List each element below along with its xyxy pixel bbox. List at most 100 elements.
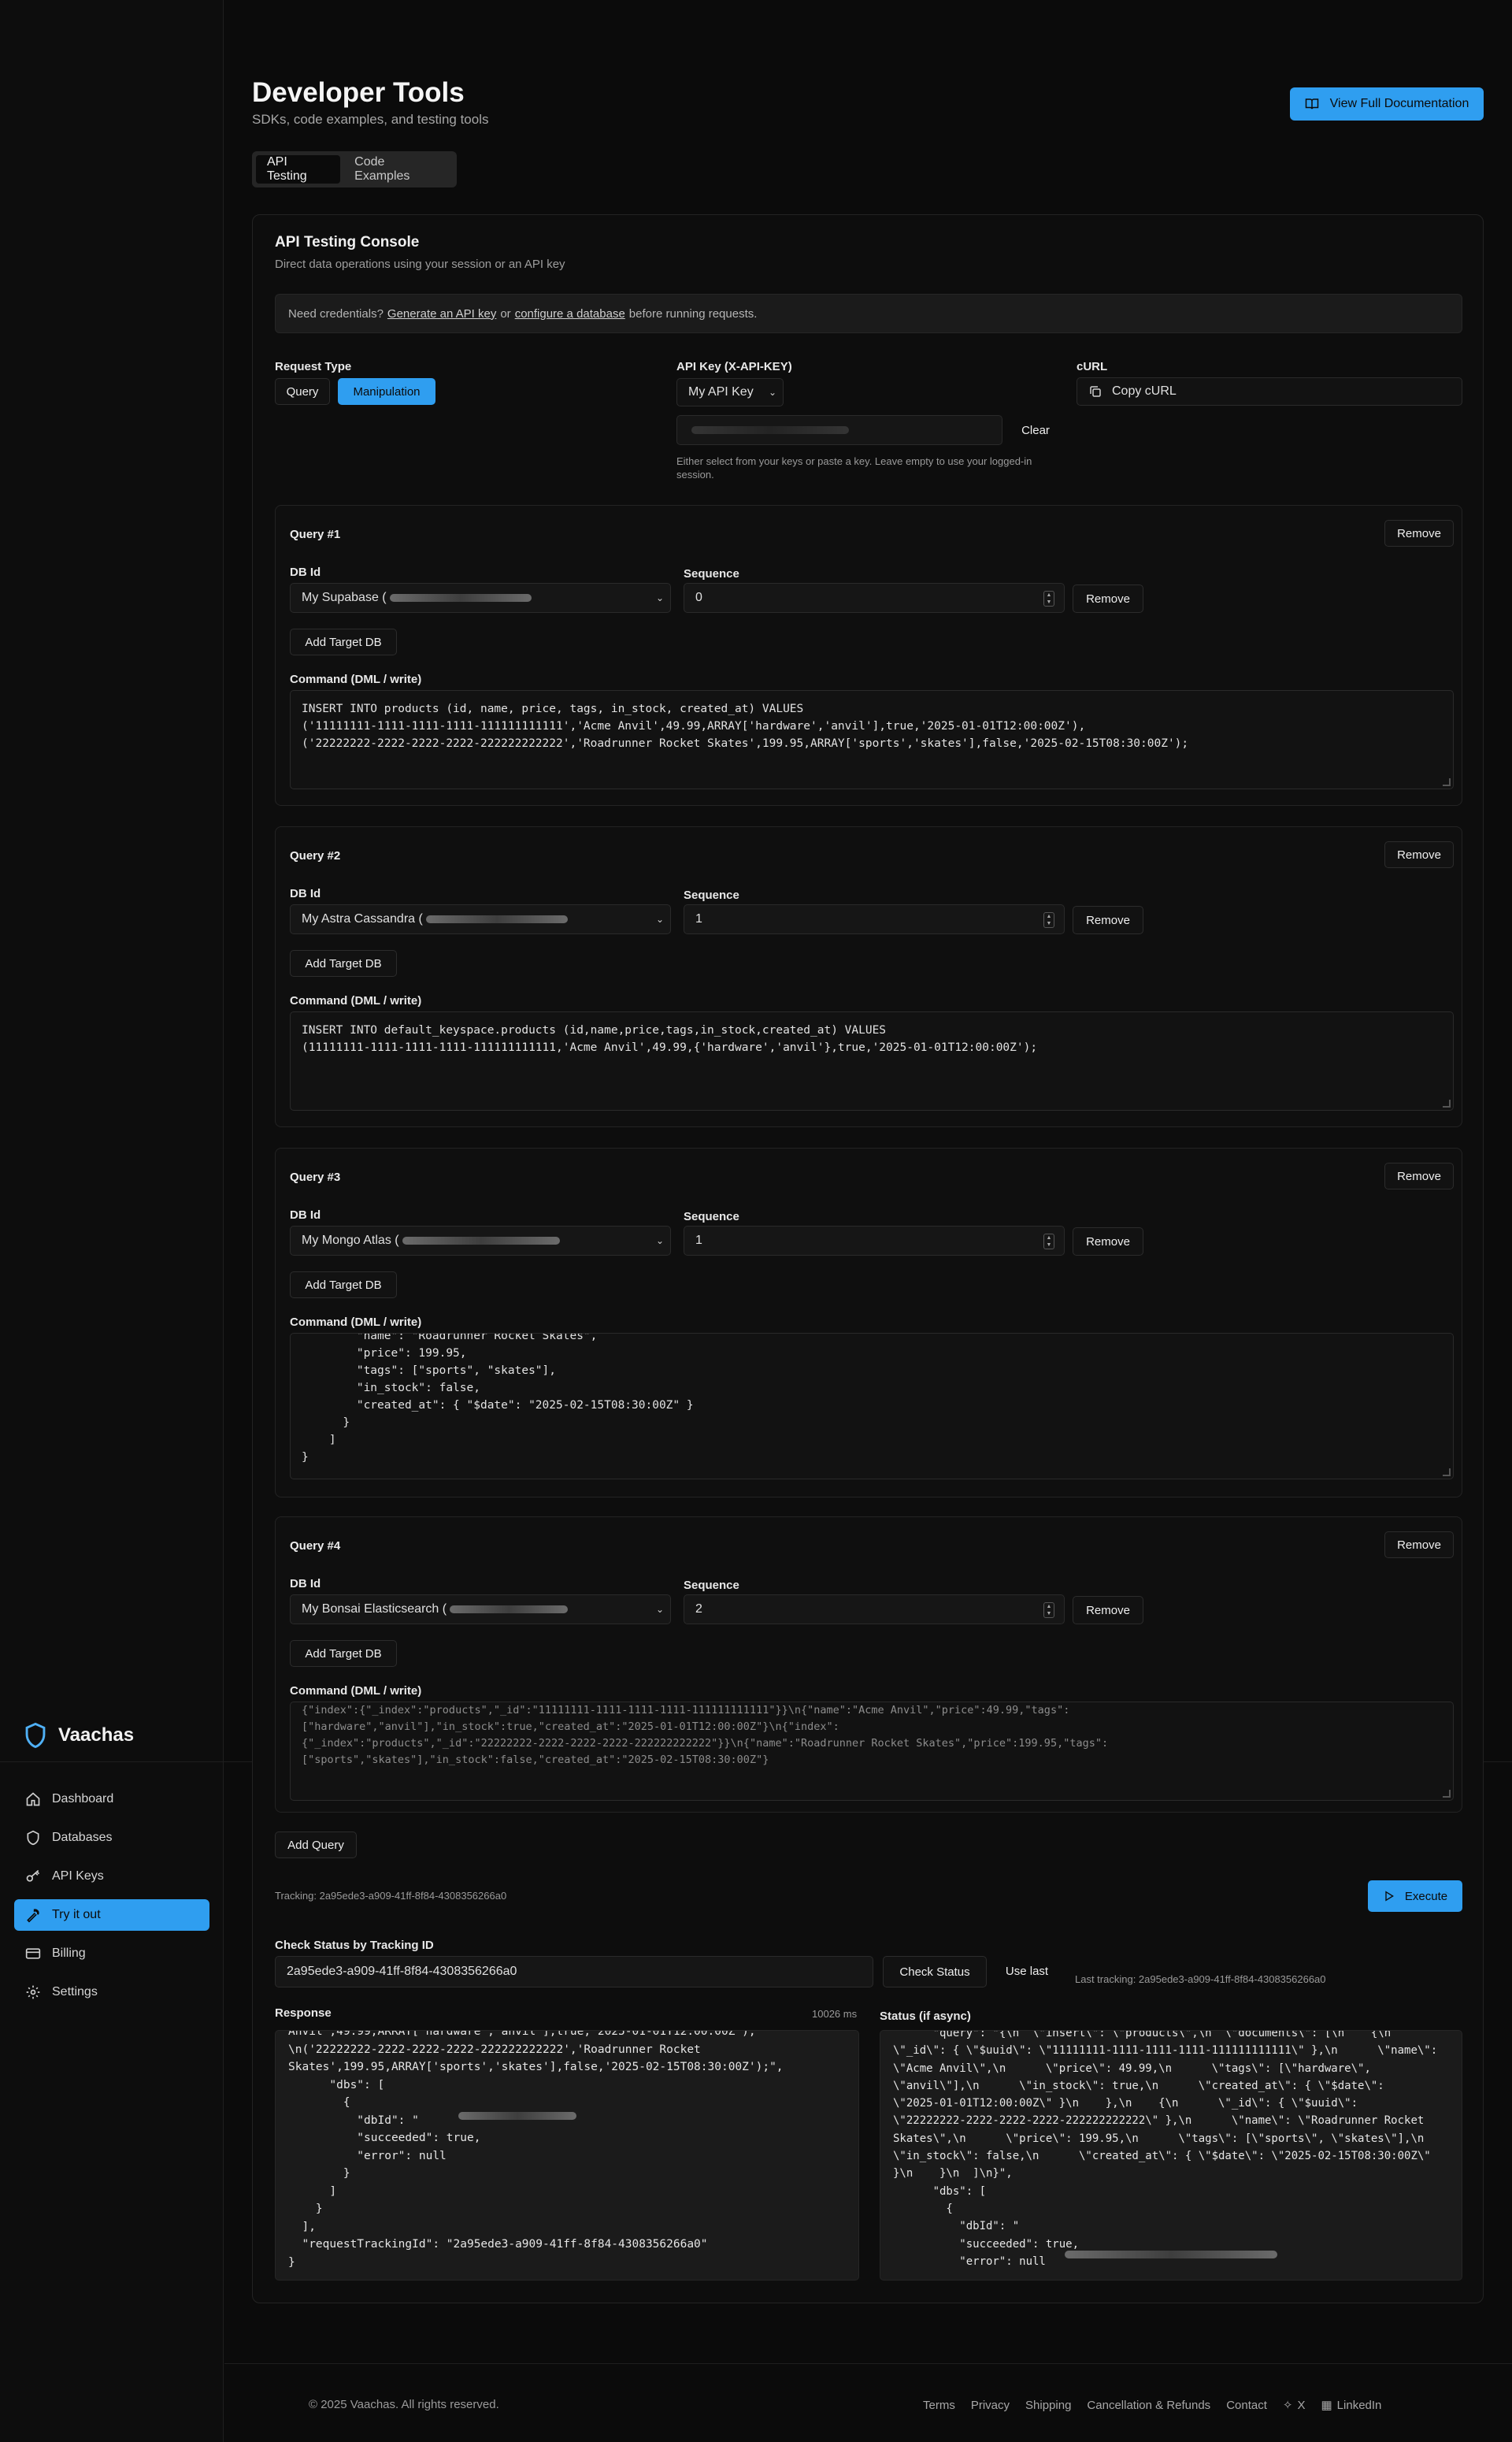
footer-links: Terms Privacy Shipping Cancellation & Re… xyxy=(923,2398,1381,2413)
footer-link-x[interactable]: ✧ X xyxy=(1283,2398,1306,2413)
remove-target-button[interactable]: Remove xyxy=(1073,1227,1143,1256)
response-body[interactable]: Anvil',49.99,ARRAY['hardware','anvil'],t… xyxy=(275,2030,859,2281)
use-last-button[interactable]: Use last xyxy=(995,1956,1059,1986)
remove-target-button[interactable]: Remove xyxy=(1073,1596,1143,1624)
sidebar-item-api-keys[interactable]: API Keys xyxy=(14,1861,209,1892)
remove-target-button[interactable]: Remove xyxy=(1073,585,1143,613)
credit-card-icon xyxy=(25,1948,41,1959)
sidebar-item-label: Settings xyxy=(52,1985,98,1999)
query-title: Query #2 xyxy=(290,849,341,863)
command-label: Command (DML / write) xyxy=(290,1316,422,1329)
response-text: Anvil',49.99,ARRAY['hardware','anvil'],t… xyxy=(288,2030,784,2269)
status-label: Status (if async) xyxy=(880,2010,971,2023)
console-subtitle: Direct data operations using your sessio… xyxy=(275,258,565,271)
check-status-button[interactable]: Check Status xyxy=(883,1956,987,1987)
sidebar-item-databases[interactable]: Databases xyxy=(14,1822,209,1854)
add-target-db-button[interactable]: Add Target DB xyxy=(290,629,397,655)
footer-link-shipping[interactable]: Shipping xyxy=(1025,2398,1071,2412)
footer-link-terms[interactable]: Terms xyxy=(923,2398,955,2412)
copy-curl-button[interactable]: Copy cURL xyxy=(1077,377,1462,406)
db-select[interactable]: My Supabase (⌄ xyxy=(290,583,671,613)
tab-code-examples[interactable]: Code Examples xyxy=(343,155,453,184)
sidebar-item-label: Billing xyxy=(52,1947,86,1960)
page-subtitle: SDKs, code examples, and testing tools xyxy=(252,112,489,127)
status-text: "query": "{\n \"insert\": \"products\",\… xyxy=(893,2030,1438,2268)
command-textarea[interactable]: INSERT INTO products (id, name, price, t… xyxy=(290,690,1454,789)
chevron-down-icon: ⌄ xyxy=(655,592,664,603)
remove-query-button[interactable]: Remove xyxy=(1384,1531,1454,1558)
footer-link-privacy[interactable]: Privacy xyxy=(971,2398,1010,2412)
db-select[interactable]: My Mongo Atlas (⌄ xyxy=(290,1226,671,1256)
key-icon xyxy=(26,1869,40,1882)
execute-button[interactable]: Execute xyxy=(1368,1880,1462,1912)
sequence-label: Sequence xyxy=(684,889,739,902)
stepper-icon[interactable]: ▲ ▼ xyxy=(1043,1602,1054,1618)
api-key-select[interactable]: My API Key ⌄ xyxy=(676,378,784,406)
response-label: Response xyxy=(275,2006,332,2020)
remove-target-button[interactable]: Remove xyxy=(1073,906,1143,934)
footer-link-linkedin[interactable]: ▦ LinkedIn xyxy=(1321,2398,1381,2413)
command-textarea[interactable]: INSERT INTO default_keyspace.products (i… xyxy=(290,1011,1454,1111)
resize-handle-icon[interactable] xyxy=(1443,1790,1451,1798)
resize-handle-icon[interactable] xyxy=(1443,778,1451,786)
api-key-hint: Either select from your keys or paste a … xyxy=(676,455,1032,481)
copyright: © 2025 Vaachas. All rights reserved. xyxy=(309,2398,499,2411)
redacted-db-id xyxy=(402,1237,560,1245)
stepper-icon[interactable]: ▲ ▼ xyxy=(1043,912,1054,928)
play-icon xyxy=(1385,1891,1394,1902)
command-text: "name": "Roadrunner Rocket Skates", "pri… xyxy=(302,1333,694,1464)
gear-icon xyxy=(26,1985,40,1999)
add-target-db-button[interactable]: Add Target DB xyxy=(290,1640,397,1667)
command-textarea[interactable]: "name": "Roadrunner Rocket Skates", "pri… xyxy=(290,1333,1454,1479)
query-card: Query #1 Remove DB Id Sequence My Supaba… xyxy=(275,505,1462,806)
clear-api-key-button[interactable]: Clear xyxy=(1010,417,1061,443)
query-card: Query #3 Remove DB Id Sequence My Mongo … xyxy=(275,1148,1462,1497)
api-testing-console: API Testing Console Direct data operatio… xyxy=(252,214,1484,2303)
api-key-input[interactable] xyxy=(676,415,1002,445)
db-select[interactable]: My Astra Cassandra (⌄ xyxy=(290,904,671,934)
resize-handle-icon[interactable] xyxy=(1443,1100,1451,1108)
sequence-input[interactable]: 1 ▲ ▼ xyxy=(684,1226,1065,1256)
request-type-manipulation-button[interactable]: Manipulation xyxy=(338,378,435,405)
add-target-db-button[interactable]: Add Target DB xyxy=(290,950,397,977)
stepper-icon[interactable]: ▲ ▼ xyxy=(1043,591,1054,607)
remove-query-button[interactable]: Remove xyxy=(1384,1163,1454,1189)
redacted-db-id xyxy=(450,1605,569,1613)
add-query-button[interactable]: Add Query xyxy=(275,1832,357,1858)
sidebar xyxy=(0,0,224,2442)
command-textarea[interactable]: {"index":{"_index":"products","_id":"111… xyxy=(290,1702,1454,1801)
sidebar-item-dashboard[interactable]: Dashboard xyxy=(14,1783,209,1815)
sequence-input[interactable]: 2 ▲ ▼ xyxy=(684,1594,1065,1624)
remove-query-button[interactable]: Remove xyxy=(1384,520,1454,547)
db-id-label: DB Id xyxy=(290,1208,321,1222)
sequence-input[interactable]: 1 ▲ ▼ xyxy=(684,904,1065,934)
shield-icon xyxy=(27,1830,39,1846)
resize-handle-icon[interactable] xyxy=(1443,1468,1451,1476)
sidebar-item-try-it-out[interactable]: Try it out xyxy=(14,1899,209,1931)
db-select[interactable]: My Bonsai Elasticsearch (⌄ xyxy=(290,1594,671,1624)
query-card: Query #2 Remove DB Id Sequence My Astra … xyxy=(275,826,1462,1127)
configure-database-link[interactable]: configure a database xyxy=(515,307,625,321)
command-text: INSERT INTO products (id, name, price, t… xyxy=(302,703,1189,750)
last-tracking-text: Last tracking: 2a95ede3-a909-41ff-8f84-4… xyxy=(1075,1973,1326,1985)
sidebar-item-settings[interactable]: Settings xyxy=(14,1976,209,2008)
footer-link-contact[interactable]: Contact xyxy=(1226,2398,1267,2412)
generate-api-key-link[interactable]: Generate an API key xyxy=(387,307,496,321)
sidebar-item-billing[interactable]: Billing xyxy=(14,1938,209,1969)
sequence-input[interactable]: 0 ▲ ▼ xyxy=(684,583,1065,613)
remove-query-button[interactable]: Remove xyxy=(1384,841,1454,868)
query-card: Query #4 Remove DB Id Sequence My Bonsai… xyxy=(275,1516,1462,1813)
brand-logo[interactable]: Vaachas xyxy=(24,1722,134,1749)
view-documentation-button[interactable]: View Full Documentation xyxy=(1290,87,1484,121)
tracking-id-input[interactable]: 2a95ede3-a909-41ff-8f84-4308356266a0 xyxy=(275,1956,873,1987)
execute-label: Execute xyxy=(1404,1889,1448,1903)
footer-link-cancellation[interactable]: Cancellation & Refunds xyxy=(1087,2398,1210,2412)
copy-icon xyxy=(1090,386,1101,397)
sidebar-item-label: API Keys xyxy=(52,1869,104,1883)
request-type-query-button[interactable]: Query xyxy=(275,378,330,405)
status-body[interactable]: "query": "{\n \"insert\": \"products\",\… xyxy=(880,2030,1462,2281)
tab-api-testing[interactable]: API Testing xyxy=(256,155,341,184)
stepper-icon[interactable]: ▲ ▼ xyxy=(1043,1234,1054,1249)
add-target-db-button[interactable]: Add Target DB xyxy=(290,1271,397,1298)
sidebar-item-label: Try it out xyxy=(52,1908,101,1921)
